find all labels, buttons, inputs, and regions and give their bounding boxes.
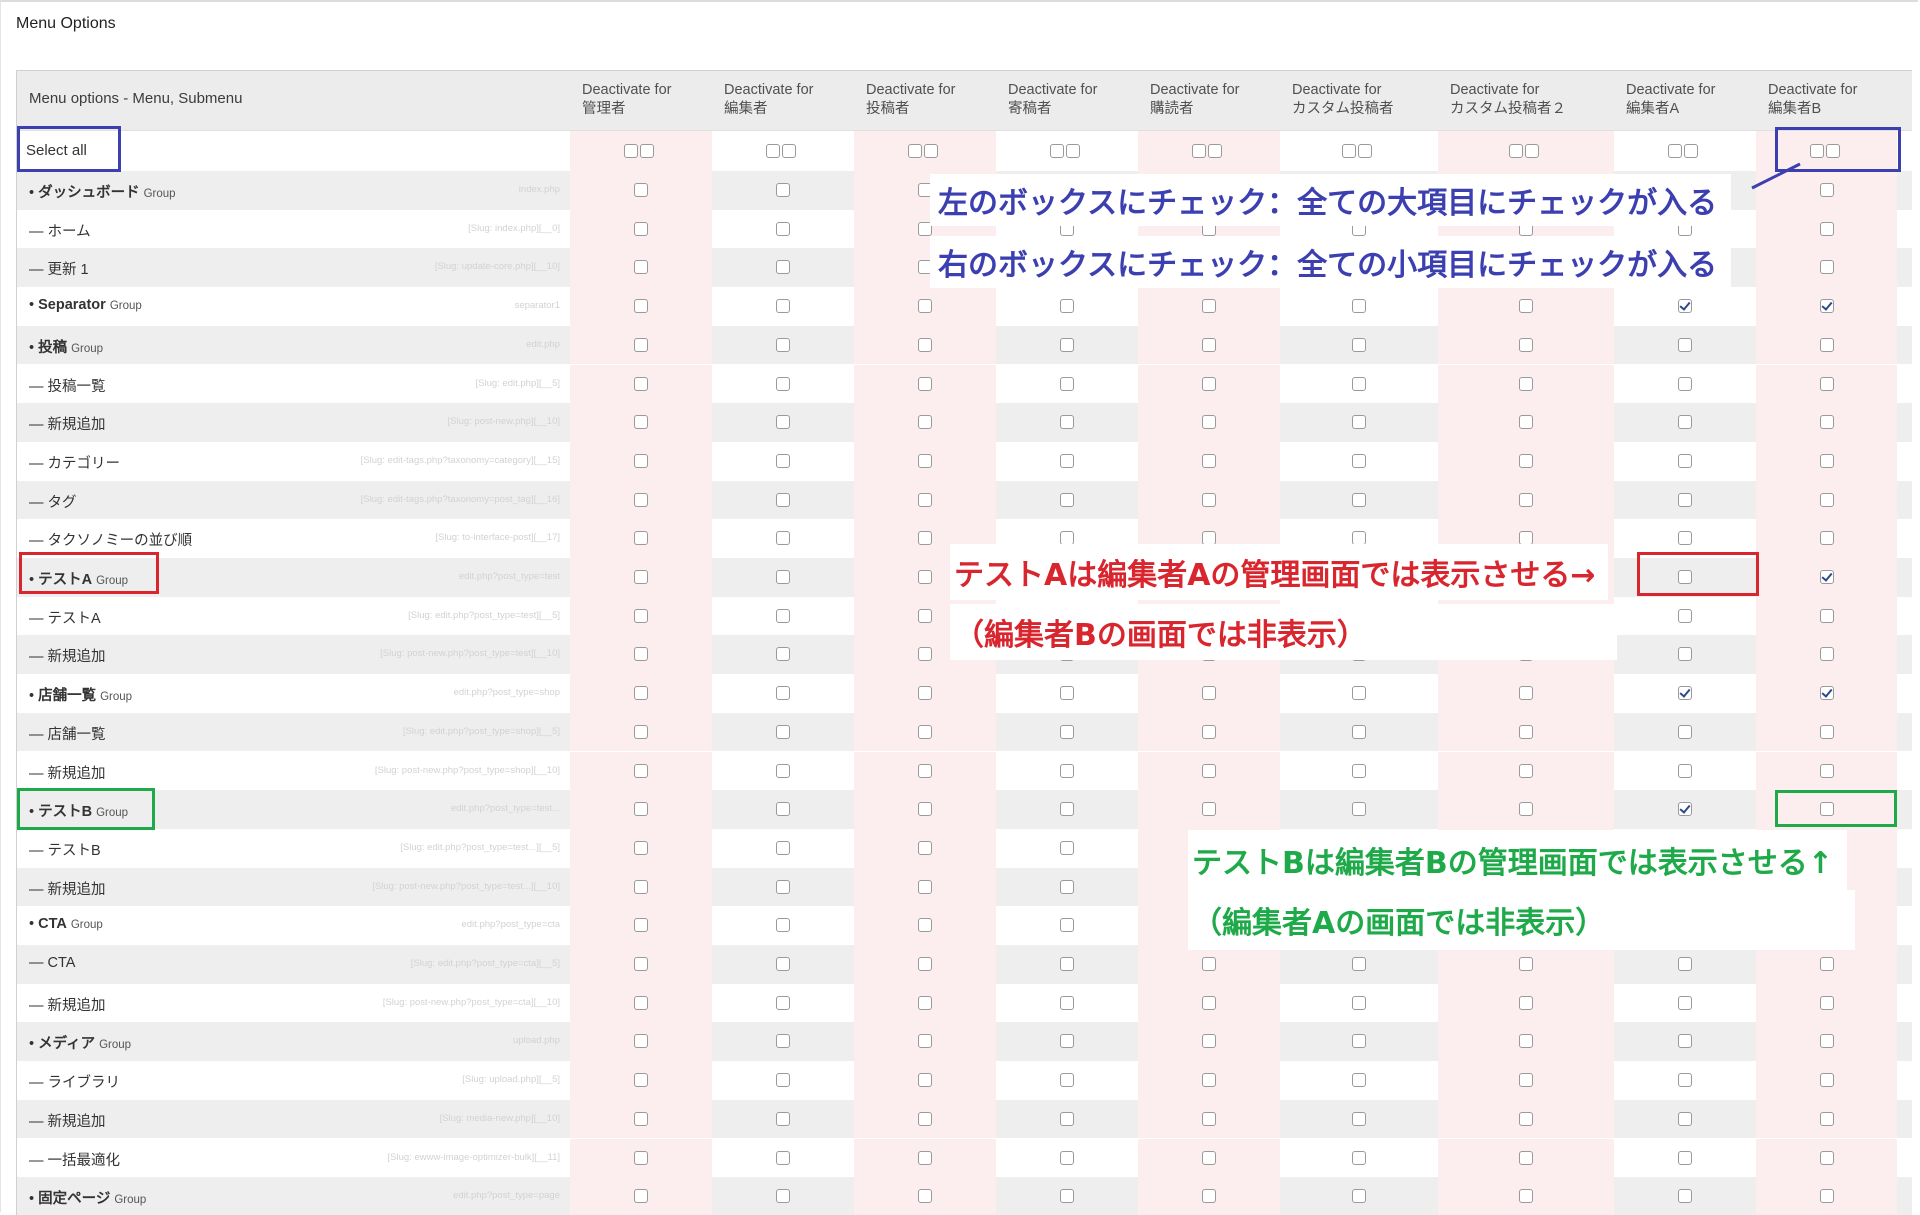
green-annotation-line2: （編集者Aの画面では非表示） [1188, 890, 1856, 950]
test-b-editor-b-cell-highlight [1775, 790, 1897, 827]
green-annotation-line1: テストBは編集者Bの管理画面では表示させる↑ [1188, 830, 1847, 890]
test-a-editor-a-cell-highlight [1637, 552, 1759, 596]
test-b-group-highlight [17, 788, 155, 830]
red-annotation-line1: テストAは編集者Aの管理画面では表示させる→ [950, 544, 1608, 600]
test-a-group-highlight [19, 552, 159, 594]
red-annotation-line2: （編集者Bの画面では非表示） [950, 604, 1617, 660]
